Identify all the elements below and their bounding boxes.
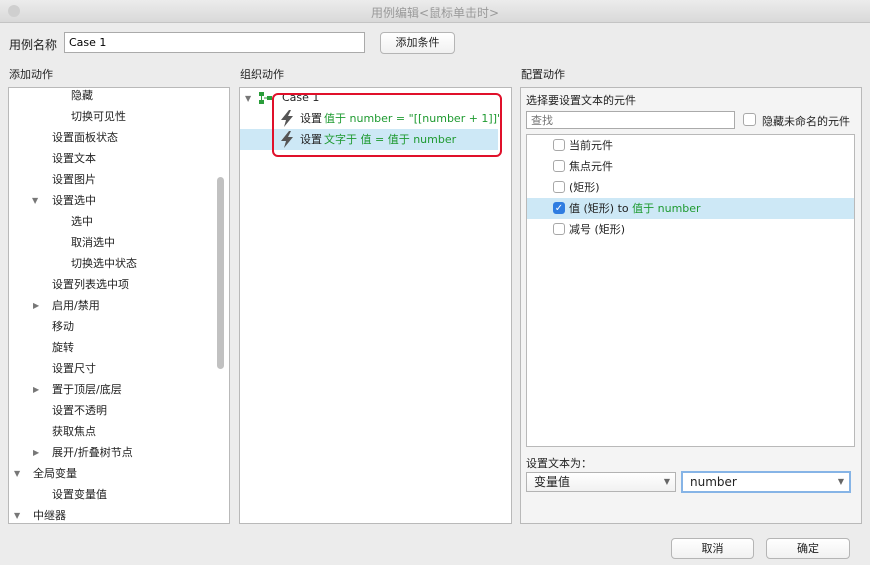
expanded-triangle-icon[interactable]: ▼ <box>14 469 20 478</box>
tree-item-rotate[interactable]: 旋转 <box>52 337 74 358</box>
organize-actions-header: 组织动作 <box>240 68 284 81</box>
collapsed-triangle-icon[interactable]: ▶ <box>33 448 39 457</box>
select-widget-label: 选择要设置文本的元件 <box>526 94 636 107</box>
value-type-value: 变量值 <box>534 475 571 489</box>
widget-checkbox[interactable] <box>553 181 565 193</box>
tree-item-set-opacity[interactable]: 设置不透明 <box>52 400 107 421</box>
hide-unnamed-label: 隐藏未命名的元件 <box>762 115 850 128</box>
configure-actions-panel: 选择要设置文本的元件 隐藏未命名的元件 当前元件 焦点元件 (矩形) ✓ 值 (… <box>520 87 862 524</box>
tree-item-repeater[interactable]: 中继器 <box>33 505 66 523</box>
widget-item[interactable]: 焦点元件 <box>527 156 854 177</box>
tree-item-set-text[interactable]: 设置文本 <box>52 148 96 169</box>
chevron-down-icon: ▼ <box>837 477 844 486</box>
case-name-input[interactable] <box>64 32 365 53</box>
chevron-down-icon: ▼ <box>663 477 670 486</box>
add-condition-button[interactable]: 添加条件 <box>380 32 455 54</box>
tree-item-select[interactable]: 选中 <box>71 211 93 232</box>
tree-item-set-selected[interactable]: 设置选中 <box>52 190 96 211</box>
case-flow-icon <box>259 92 272 104</box>
title-bar: 用例编辑<鼠标单击时> <box>0 0 870 23</box>
expanded-triangle-icon[interactable]: ▼ <box>32 196 38 205</box>
organize-actions-panel[interactable]: ▼ Case 1 设置 值于 number = "[[number + 1]]"… <box>239 87 512 524</box>
widget-checkbox[interactable] <box>553 139 565 151</box>
tree-item-set-size[interactable]: 设置尺寸 <box>52 358 96 379</box>
widget-label: 值 (矩形) to 值于 number <box>569 202 701 215</box>
variable-value: number <box>690 475 737 489</box>
scrollbar-thumb[interactable] <box>217 177 224 369</box>
widget-item[interactable]: 减号 (矩形) <box>527 219 854 240</box>
tree-item-bring-front-back[interactable]: 置于顶层/底层 <box>52 379 122 400</box>
set-text-label: 设置文本为： <box>526 457 592 470</box>
tree-item-move[interactable]: 移动 <box>52 316 74 337</box>
widget-item[interactable]: (矩形) <box>527 177 854 198</box>
expanded-triangle-icon[interactable]: ▼ <box>14 511 20 520</box>
cancel-button[interactable]: 取消 <box>671 538 754 559</box>
tree-item-set-list-selected[interactable]: 设置列表选中项 <box>52 274 129 295</box>
widget-list[interactable]: 当前元件 焦点元件 (矩形) ✓ 值 (矩形) to 值于 number 减号 … <box>526 134 855 447</box>
case-name-label: 用例名称 <box>9 38 58 52</box>
tree-item-set-panel-state[interactable]: 设置面板状态 <box>52 127 118 148</box>
add-actions-tree[interactable]: 隐藏 切换可见性 设置面板状态 设置文本 设置图片 ▼ 设置选中 选中 取消选中… <box>8 87 230 524</box>
widget-label: 焦点元件 <box>569 160 613 173</box>
tree-item-toggle-visibility[interactable]: 切换可见性 <box>71 106 126 127</box>
collapsed-triangle-icon[interactable]: ▶ <box>33 301 39 310</box>
tree-item-focus[interactable]: 获取焦点 <box>52 421 96 442</box>
expanded-triangle-icon[interactable]: ▼ <box>245 94 251 103</box>
tree-item-expand-collapse-tree[interactable]: 展开/折叠树节点 <box>52 442 133 463</box>
checked-checkbox-icon[interactable]: ✓ <box>553 202 565 214</box>
value-type-select[interactable]: 变量值 ▼ <box>526 472 676 492</box>
tree-item-global-variables[interactable]: 全局变量 <box>33 463 77 484</box>
tree-item-toggle-selected[interactable]: 切换选中状态 <box>71 253 137 274</box>
ok-button[interactable]: 确定 <box>766 538 850 559</box>
tree-item-set-image[interactable]: 设置图片 <box>52 169 96 190</box>
search-input[interactable] <box>526 111 735 129</box>
window-title: 用例编辑<鼠标单击时> <box>370 6 500 20</box>
widget-label: 减号 (矩形) <box>569 223 626 236</box>
collapsed-triangle-icon[interactable]: ▶ <box>33 385 39 394</box>
widget-item[interactable]: 当前元件 <box>527 135 854 156</box>
widget-label: 当前元件 <box>569 139 613 152</box>
widget-checkbox[interactable] <box>553 223 565 235</box>
configure-actions-header: 配置动作 <box>521 68 565 81</box>
highlight-annotation <box>272 93 502 157</box>
widget-item-selected[interactable]: ✓ 值 (矩形) to 值于 number <box>527 198 854 219</box>
tree-item-enable-disable[interactable]: 启用/禁用 <box>52 295 100 316</box>
tree-item-set-variable[interactable]: 设置变量值 <box>52 484 107 505</box>
widget-checkbox[interactable] <box>553 160 565 172</box>
variable-select[interactable]: number ▼ <box>681 471 851 493</box>
add-actions-header: 添加动作 <box>9 68 53 81</box>
tree-item-deselect[interactable]: 取消选中 <box>71 232 115 253</box>
hide-unnamed-checkbox[interactable] <box>743 113 756 126</box>
widget-label: (矩形) <box>569 181 600 194</box>
tree-item-hide[interactable]: 隐藏 <box>71 88 93 106</box>
